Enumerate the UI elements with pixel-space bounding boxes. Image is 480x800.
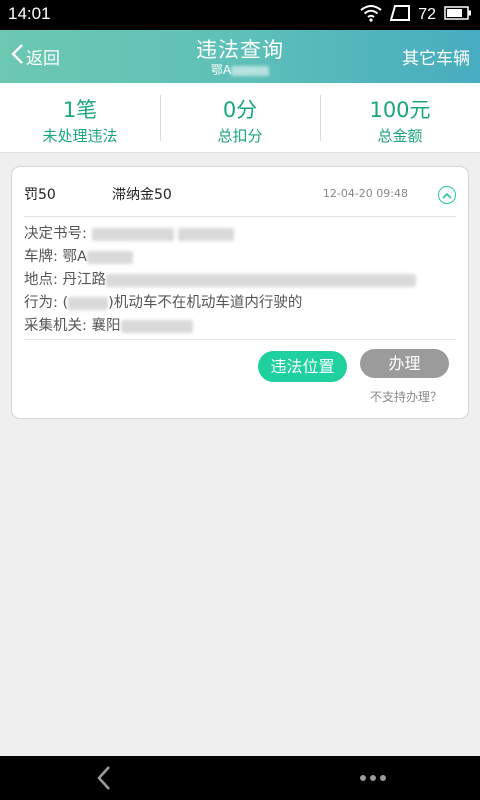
battery-level: 72 — [418, 6, 436, 23]
decision-label: 决定书号: — [24, 226, 87, 242]
nav-back-icon[interactable] — [93, 764, 117, 792]
divider — [24, 339, 456, 340]
fine-amount: 罚50 — [24, 187, 56, 203]
battery-icon — [444, 5, 472, 25]
agency-value: 襄阳 — [91, 318, 121, 334]
location-label: 地点: — [24, 272, 58, 288]
chevron-up-icon[interactable] — [438, 186, 456, 204]
dot — [360, 775, 366, 781]
summary-unprocessed: 1笔 未处理违法 — [0, 83, 160, 152]
behavior-row: 行为: ()机动车不在机动车道内行驶的 — [24, 292, 456, 315]
summary-label: 总扣分 — [217, 127, 263, 145]
dot — [380, 775, 386, 781]
handle-button[interactable]: 办理 — [360, 349, 449, 378]
redacted-plate-number — [86, 250, 133, 264]
late-fee: 滞纳金50 — [112, 187, 172, 203]
status-icons: 72 — [360, 4, 472, 26]
plate-value: 鄂A — [62, 249, 87, 265]
more-icon[interactable] — [360, 771, 390, 785]
decision-row: 决定书号: — [24, 223, 456, 246]
violation-card: 罚50 滞纳金50 12-04-20 09:48 决定书号: 车牌: 鄂A 地点… — [11, 166, 469, 419]
header-bar: 返回 违法查询 鄂A 其它车辆 — [0, 30, 480, 83]
behavior-label: 行为: — [24, 295, 58, 311]
summary-label: 未处理违法 — [42, 127, 118, 145]
behavior-value: )机动车不在机动车道内行驶的 — [108, 295, 303, 311]
navigation-bar — [0, 756, 480, 800]
summary-value: 0分 — [222, 98, 258, 122]
plate-prefix: 鄂A — [210, 63, 232, 77]
redacted-decision-number — [178, 227, 235, 241]
summary-value: 100元 — [369, 98, 431, 122]
card-header[interactable]: 罚50 滞纳金50 12-04-20 09:48 — [24, 167, 456, 217]
summary-amount: 100元 总金额 — [320, 83, 480, 152]
summary-panel: 1笔 未处理违法 0分 总扣分 100元 总金额 — [0, 83, 480, 153]
redacted-decision-number — [91, 227, 174, 241]
unsupported-link[interactable]: 不支持办理？ — [370, 388, 442, 405]
violation-details: 决定书号: 车牌: 鄂A 地点: 丹江路 行为: ()机动车不在机动车道内行驶的… — [24, 223, 456, 338]
redacted-agency — [120, 319, 193, 333]
agency-row: 采集机关: 襄阳 — [24, 315, 456, 338]
plate-row: 车牌: 鄂A — [24, 246, 456, 269]
agency-label: 采集机关: — [24, 318, 87, 334]
violation-location-button[interactable]: 违法位置 — [258, 351, 347, 382]
dot — [370, 775, 376, 781]
summary-label: 总金额 — [377, 127, 423, 145]
redacted-location — [106, 273, 416, 287]
plate-label: 车牌: — [24, 249, 58, 265]
other-vehicles-button[interactable]: 其它车辆 — [402, 44, 470, 69]
summary-value: 1笔 — [62, 98, 98, 122]
window-icon — [389, 5, 411, 25]
location-row: 地点: 丹江路 — [24, 269, 456, 292]
redacted-plate — [231, 65, 270, 76]
redacted-code — [68, 296, 109, 310]
wifi-icon — [360, 4, 382, 26]
summary-points: 0分 总扣分 — [160, 83, 320, 152]
status-bar: 14:01 72 — [0, 0, 480, 30]
location-value: 丹江路 — [62, 272, 107, 288]
violation-datetime: 12-04-20 09:48 — [322, 187, 408, 200]
clock: 14:01 — [8, 4, 51, 23]
